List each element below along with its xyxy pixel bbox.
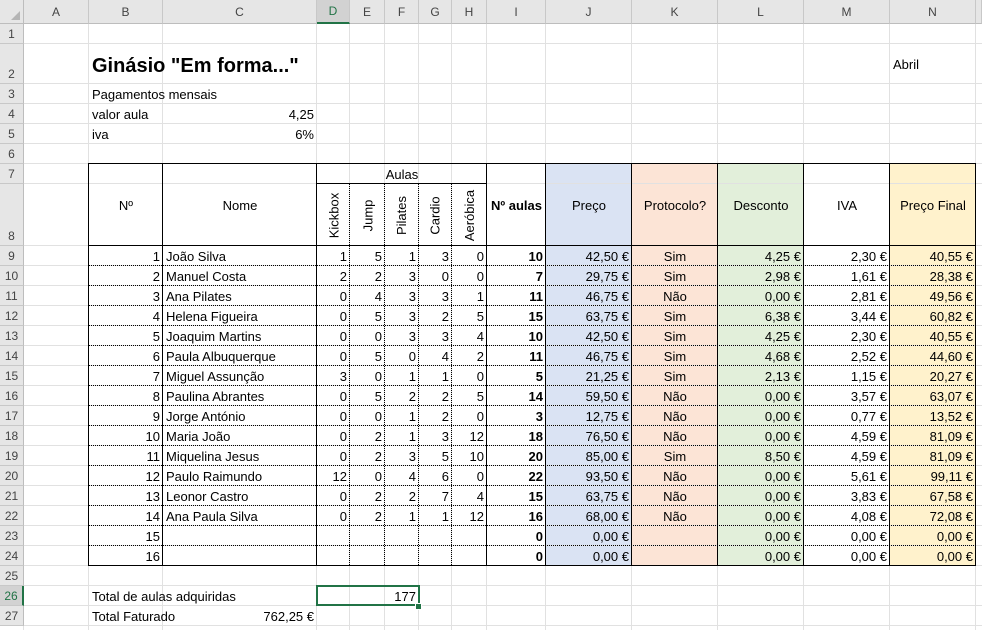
column-header-m[interactable]: M [804, 0, 890, 24]
column-header-f[interactable]: F [385, 0, 419, 24]
row-border-dotted [88, 485, 976, 486]
column-header-l[interactable]: L [718, 0, 804, 24]
column-header-h[interactable]: H [452, 0, 487, 24]
row-header-14[interactable]: 14 [0, 346, 24, 366]
row-border-dotted [88, 425, 976, 426]
row-header-4[interactable]: 4 [0, 104, 24, 124]
column-border-dotted [451, 183, 452, 565]
column-header-b[interactable]: B [89, 0, 163, 24]
row-header-2[interactable]: 2 [0, 44, 24, 84]
row-border-dotted [88, 465, 976, 466]
valor-aula-label: valor aula [92, 106, 149, 122]
row-header-15[interactable]: 15 [0, 366, 24, 386]
row-header-23[interactable]: 23 [0, 526, 24, 546]
row-header-7[interactable]: 7 [0, 164, 24, 184]
row-header-13[interactable]: 13 [0, 326, 24, 346]
row-border-dotted [88, 285, 976, 286]
row-border-dotted [88, 445, 976, 446]
column-border-dotted [349, 183, 350, 565]
row-header-11[interactable]: 11 [0, 286, 24, 306]
row-header-9[interactable]: 9 [0, 246, 24, 266]
row-header-18[interactable]: 18 [0, 426, 24, 446]
column-header-a[interactable]: A [24, 0, 89, 24]
row-border-dotted [88, 365, 976, 366]
row-border-dotted [88, 305, 976, 306]
row-border-dotted [88, 385, 976, 386]
iva-value[interactable]: 6% [163, 124, 317, 144]
spreadsheet-grid[interactable]: A B C D E F G H I J K L M N 1 2 3 4 5 6 7 8 9 10 11 12 13 14 15 16 17 1… [0, 0, 982, 630]
column-header-i[interactable]: I [487, 0, 546, 24]
row-header-19[interactable]: 19 [0, 446, 24, 466]
row-header-21[interactable]: 21 [0, 486, 24, 506]
row-header-16[interactable]: 16 [0, 386, 24, 406]
row-header-27[interactable]: 27 [0, 606, 24, 626]
column-border-dotted [418, 183, 419, 565]
row-border-dotted [88, 505, 976, 506]
column-header-g[interactable]: G [419, 0, 452, 24]
row-header-5[interactable]: 5 [0, 124, 24, 144]
row-border-dotted [88, 405, 976, 406]
selected-cell-outline[interactable] [316, 585, 420, 606]
total-faturado-value[interactable]: 762,25 € [163, 606, 317, 626]
select-all-corner[interactable] [0, 0, 24, 24]
row-header-3[interactable]: 3 [0, 84, 24, 104]
valor-aula-value[interactable]: 4,25 [163, 104, 317, 124]
row-header-24[interactable]: 24 [0, 546, 24, 566]
column-header-j[interactable]: J [546, 0, 632, 24]
row-border-dotted [88, 525, 976, 526]
column-border-dotted [384, 183, 385, 565]
row-header-10[interactable]: 10 [0, 266, 24, 286]
row-header-8[interactable]: 8 [0, 184, 24, 246]
row-header-20[interactable]: 20 [0, 466, 24, 486]
row-border-dotted [88, 325, 976, 326]
column-header-overflow [976, 0, 982, 24]
iva-label: iva [92, 126, 109, 142]
row-header-26[interactable]: 26 [0, 586, 24, 606]
row-border-dotted [88, 545, 976, 546]
subtitle: Pagamentos mensais [92, 86, 218, 102]
page-title: Ginásio "Em forma..." [92, 55, 299, 77]
column-header-d[interactable]: D [317, 0, 350, 24]
column-header-e[interactable]: E [350, 0, 385, 24]
row-header-6[interactable]: 6 [0, 144, 24, 164]
row-border-dotted [88, 265, 976, 266]
aulas-underline [316, 183, 487, 184]
row-header-22[interactable]: 22 [0, 506, 24, 526]
row-header-25[interactable]: 25 [0, 566, 24, 586]
row-header-1[interactable]: 1 [0, 24, 24, 44]
header-bottom-border [88, 245, 976, 246]
total-aulas-label: Total de aulas adquiridas [92, 588, 236, 604]
column-header-k[interactable]: K [632, 0, 718, 24]
column-header-n[interactable]: N [890, 0, 976, 24]
month-label: Abril [893, 56, 920, 72]
column-header-c[interactable]: C [163, 0, 317, 24]
row-border-dotted [88, 345, 976, 346]
row-header-17[interactable]: 17 [0, 406, 24, 426]
row-header-12[interactable]: 12 [0, 306, 24, 326]
fill-handle[interactable] [415, 603, 422, 610]
